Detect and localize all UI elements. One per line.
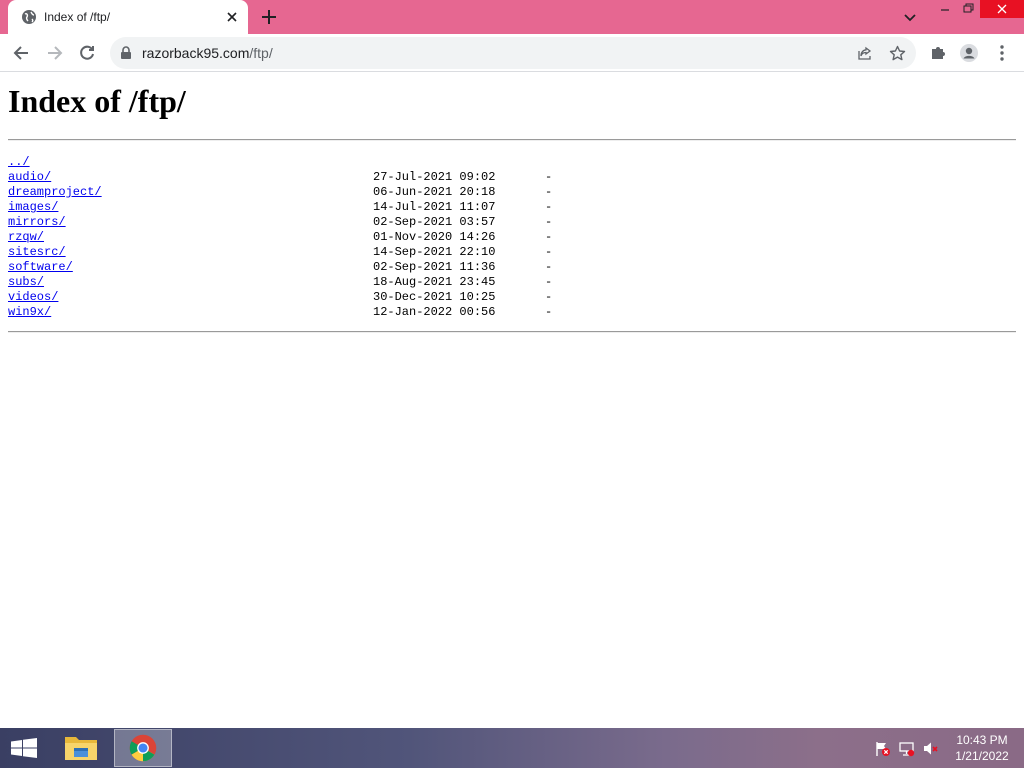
modified-date: 12-Jan-2022 00:56 [373, 305, 496, 319]
minimize-icon[interactable] [934, 0, 956, 18]
modified-date: 14-Sep-2021 22:10 [373, 245, 496, 259]
tab-strip: Index of /ftp/ [0, 0, 1024, 34]
file-explorer-icon[interactable] [52, 729, 110, 767]
close-window-icon[interactable] [980, 0, 1024, 18]
chevron-down-icon[interactable] [902, 9, 918, 25]
extensions-puzzle-icon[interactable] [928, 43, 948, 63]
modified-date: 18-Aug-2021 23:45 [373, 275, 496, 289]
tab-title: Index of /ftp/ [44, 10, 111, 24]
menu-dots-icon[interactable] [992, 43, 1012, 63]
directory-link[interactable]: mirrors/ [8, 215, 66, 230]
directory-listing: ../audio/27-Jul-2021 09:02- dreamproject/… [8, 155, 1016, 320]
chrome-icon[interactable] [114, 729, 172, 767]
modified-date: 30-Dec-2021 10:25 [373, 290, 496, 304]
bookmark-star-icon[interactable] [889, 45, 906, 62]
modified-date: 02-Sep-2021 11:36 [373, 260, 496, 274]
listing-row: rzqw/01-Nov-2020 14:26 - [8, 230, 1016, 245]
system-clock[interactable]: 10:43 PM 1/21/2022 [946, 732, 1018, 764]
directory-link[interactable]: sitesrc/ [8, 245, 66, 260]
address-bar[interactable]: razorback95.com/ftp/ [110, 37, 916, 69]
directory-link[interactable]: images/ [8, 200, 58, 215]
file-size: - [545, 305, 553, 319]
directory-link[interactable]: rzqw/ [8, 230, 44, 245]
url-text[interactable]: razorback95.com/ftp/ [142, 45, 273, 61]
clock-date: 1/21/2022 [955, 749, 1009, 763]
listing-row: images/14-Jul-2021 11:07 - [8, 200, 1016, 215]
modified-date: 27-Jul-2021 09:02 [373, 170, 496, 184]
listing-row: ../ [8, 155, 1016, 170]
url-path: /ftp/ [249, 45, 273, 61]
windows-start-icon[interactable] [0, 728, 48, 768]
listing-row: dreamproject/06-Jun-2021 20:18 - [8, 185, 1016, 200]
close-tab-icon[interactable] [224, 9, 240, 25]
file-size: - [545, 275, 553, 289]
back-arrow-icon[interactable] [12, 43, 32, 63]
forward-arrow-icon[interactable] [44, 43, 64, 63]
modified-date: 01-Nov-2020 14:26 [373, 230, 496, 244]
listing-row: software/02-Sep-2021 11:36 - [8, 260, 1016, 275]
directory-link[interactable]: subs/ [8, 275, 44, 290]
file-size: - [545, 170, 553, 184]
directory-link[interactable]: videos/ [8, 290, 58, 305]
directory-link[interactable]: audio/ [8, 170, 51, 185]
lock-icon[interactable] [119, 46, 133, 60]
modified-date: 02-Sep-2021 03:57 [373, 215, 496, 229]
taskbar: 10:43 PM 1/21/2022 [0, 728, 1024, 768]
profile-avatar-icon[interactable] [959, 43, 979, 63]
url-host: razorback95.com [142, 45, 250, 61]
file-size: - [545, 185, 553, 199]
clock-time: 10:43 PM [956, 733, 1008, 747]
file-size: - [545, 260, 553, 274]
page-content: Index of /ftp/ ../audio/27-Jul-2021 09:0… [0, 73, 1024, 728]
listing-row: subs/18-Aug-2021 23:45 - [8, 275, 1016, 290]
horizontal-rule-top [8, 139, 1016, 141]
browser-toolbar: razorback95.com/ftp/ [0, 34, 1024, 72]
file-size: - [545, 215, 553, 229]
new-tab-icon[interactable] [260, 8, 278, 26]
listing-row: videos/30-Dec-2021 10:25 - [8, 290, 1016, 305]
globe-icon [22, 10, 36, 24]
volume-muted-icon[interactable] [922, 740, 939, 757]
listing-row: mirrors/02-Sep-2021 03:57 - [8, 215, 1016, 230]
action-center-flag-icon[interactable] [874, 740, 891, 757]
page-title: Index of /ftp/ [8, 83, 186, 119]
modified-date: 06-Jun-2021 20:18 [373, 185, 496, 199]
network-icon[interactable] [898, 740, 915, 757]
browser-tab[interactable]: Index of /ftp/ [8, 0, 248, 34]
file-size: - [545, 230, 553, 244]
modified-date: 14-Jul-2021 11:07 [373, 200, 496, 214]
listing-row: win9x/12-Jan-2022 00:56 - [8, 305, 1016, 320]
directory-link[interactable]: win9x/ [8, 305, 51, 320]
directory-link[interactable]: software/ [8, 260, 73, 275]
file-size: - [545, 245, 553, 259]
share-icon[interactable] [857, 45, 873, 61]
directory-link[interactable]: dreamproject/ [8, 185, 102, 200]
reload-icon[interactable] [77, 43, 97, 63]
horizontal-rule-bottom [8, 331, 1016, 333]
file-size: - [545, 200, 553, 214]
directory-link[interactable]: ../ [8, 155, 30, 170]
listing-row: audio/27-Jul-2021 09:02 - [8, 170, 1016, 185]
listing-row: sitesrc/14-Sep-2021 22:10 - [8, 245, 1016, 260]
file-size: - [545, 290, 553, 304]
restore-icon[interactable] [957, 0, 979, 18]
